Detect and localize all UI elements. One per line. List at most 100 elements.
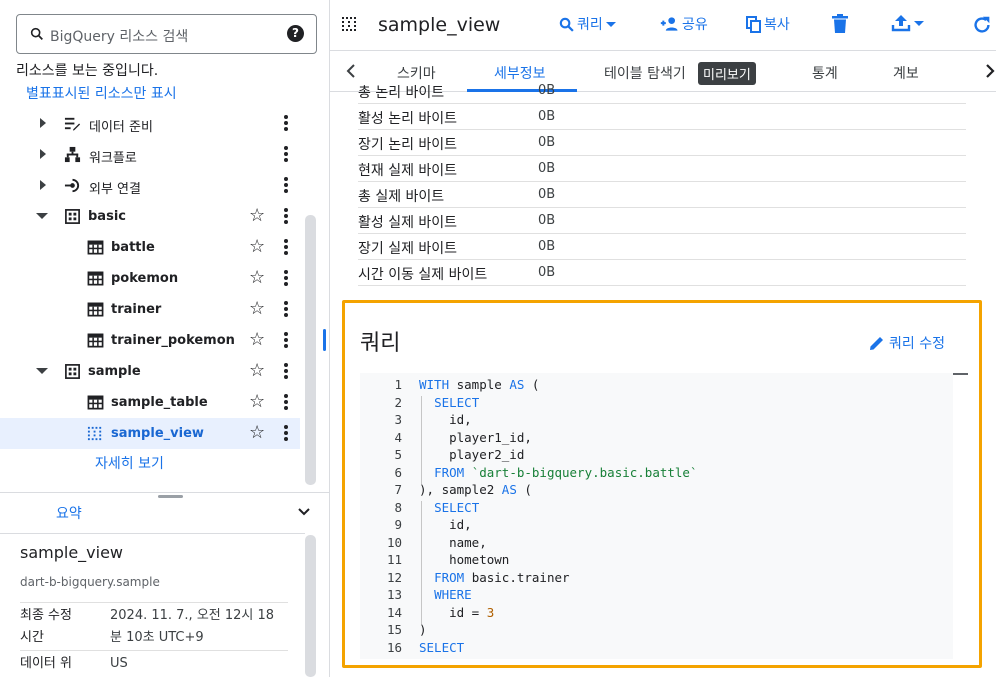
sql-number: 3 [486,604,495,620]
tree-item-table-sample-table[interactable]: sample_table ☆ [0,387,300,418]
tree-item-dataset-basic[interactable]: basic ☆ [0,201,300,232]
table-row: 총 실제 바이트 0B [358,182,966,208]
tree-item-data-prep[interactable]: 데이터 준비 [0,108,300,139]
star-icon[interactable]: ☆ [249,207,265,225]
more-vert-icon[interactable] [284,115,288,131]
more-vert-icon[interactable] [284,146,288,162]
edit-query-label: 쿼리 수정 [889,336,945,352]
line-number: 6 [394,464,402,480]
code-text: FROM `dart-b-bigquery.basic.battle` [419,464,697,482]
more-vert-icon[interactable] [284,208,288,224]
query-button[interactable]: 쿼리 [558,14,617,34]
tree-item-external-connections[interactable]: 외부 연결 [0,170,300,201]
share-button[interactable]: 공유 [660,14,708,34]
summary-scrollbar[interactable] [305,535,316,677]
copy-button[interactable]: 복사 [746,14,790,34]
storage-key: 현재 실제 바이트 [358,163,458,179]
panel-divider [0,492,330,493]
star-icon[interactable]: ☆ [249,331,265,349]
browse-message: 리소스를 보는 중입니다. [16,63,159,79]
more-vert-icon[interactable] [284,332,288,348]
tree-item-label: basic [88,209,126,224]
sql-token: ( [516,482,532,497]
help-icon[interactable]: ? [287,25,304,42]
collapse-icon[interactable] [953,373,968,375]
table-row: 장기 실제 바이트 0B [358,234,966,260]
code-text: player1_id, [419,429,532,447]
code-line: 2 SELECT [360,394,950,412]
indent-guide [421,501,422,624]
summary-value-line: 분 10초 UTC+9 [110,630,204,645]
tree-item-view-sample-view[interactable]: sample_view ☆ [0,418,300,449]
chevron-right-icon[interactable] [983,63,996,79]
tree-item-table-trainer-pokemon[interactable]: trainer_pokemon ☆ [0,325,300,356]
show-starred-link[interactable]: 별표표시된 리소스만 표시 [26,83,177,103]
storage-key: 시간 이동 실제 바이트 [358,267,488,283]
more-vert-icon[interactable] [284,394,288,410]
summary-key: 최종 수정시간 [20,605,106,649]
refresh-button[interactable] [971,14,993,36]
delete-button[interactable] [831,14,849,34]
panel-resize-handle[interactable] [323,329,326,351]
resource-search-input[interactable]: BigQuery 리소스 검색 ? [16,14,317,54]
tree-item-table-trainer[interactable]: trainer ☆ [0,294,300,325]
line-number: 10 [386,534,402,550]
star-icon[interactable]: ☆ [249,269,265,287]
tree-item-table-pokemon[interactable]: pokemon ☆ [0,263,300,294]
show-more-link[interactable]: 자세히 보기 [95,453,164,473]
more-vert-icon[interactable] [284,177,288,193]
tree-item-workflows[interactable]: 워크플로 [0,139,300,170]
tree-item-dataset-sample[interactable]: sample ☆ [0,356,300,387]
chevron-down-icon[interactable] [297,505,311,519]
resize-handle[interactable] [158,495,183,498]
line-number: 16 [386,639,402,655]
storage-value: 0B [538,265,556,280]
tree-item-table-battle[interactable]: battle ☆ [0,232,300,263]
query-section-title: 쿼리 [360,331,401,356]
summary-tab[interactable]: 요약 [56,503,82,523]
code-line: 3 id, [360,411,950,429]
more-vert-icon[interactable] [284,270,288,286]
chevron-left-icon[interactable] [344,63,358,79]
star-icon[interactable]: ☆ [249,393,265,411]
more-vert-icon[interactable] [284,363,288,379]
copy-button-label: 복사 [764,17,790,33]
table-row: 현재 실제 바이트 0B [358,156,966,182]
sql-string: `dart-b-bigquery.basic.battle` [471,464,698,480]
arrow-drop-down-icon [605,22,616,27]
summary-key: 데이터 위 [20,656,72,671]
star-icon[interactable]: ☆ [249,424,265,442]
sql-keyword: FROM [434,464,465,480]
star-icon[interactable]: ☆ [249,300,265,318]
query-code-viewer[interactable]: 1 WITH sample AS (2 SELECT 3 id, 4 player1_… [360,373,953,659]
summary-key-line: 시간 [20,630,44,645]
line-number: 13 [386,587,402,602]
code-text: player2_id [419,446,524,464]
caret-down-icon[interactable] [36,365,48,377]
caret-down-icon[interactable] [36,210,48,222]
line-number: 7 [394,482,402,497]
export-button[interactable] [891,14,925,32]
more-vert-icon[interactable] [284,239,288,255]
line-number: 14 [386,604,402,620]
caret-right-icon[interactable] [37,179,49,191]
toolbar: sample_view 쿼리 공유 복사 [330,0,996,50]
storage-value: 0B [538,83,556,98]
code-text: WHERE [419,586,472,604]
caret-right-icon[interactable] [37,148,49,160]
caret-right-icon[interactable] [37,117,49,129]
star-icon[interactable]: ☆ [249,362,265,380]
summary-value-line: 2024. 11. 7., 오전 12시 18 [110,608,275,623]
star-icon[interactable]: ☆ [249,238,265,256]
tree-item-label: 외부 연결 [89,182,141,197]
more-vert-icon[interactable] [284,425,288,441]
more-vert-icon[interactable] [284,301,288,317]
summary-row-data-location: 데이터 위 US [20,653,288,675]
tree-scrollbar[interactable] [305,215,316,485]
summary-value: US [110,656,128,671]
summary-key-line: 최종 수정 [20,608,72,623]
summary-row-last-modified: 최종 수정시간 2024. 11. 7., 오전 12시 18 분 10초 UTC… [20,605,288,649]
code-text: SELECT [419,394,479,412]
edit-query-button[interactable]: 쿼리 수정 [869,333,945,353]
code-line: 14 id = 3 [360,604,950,622]
